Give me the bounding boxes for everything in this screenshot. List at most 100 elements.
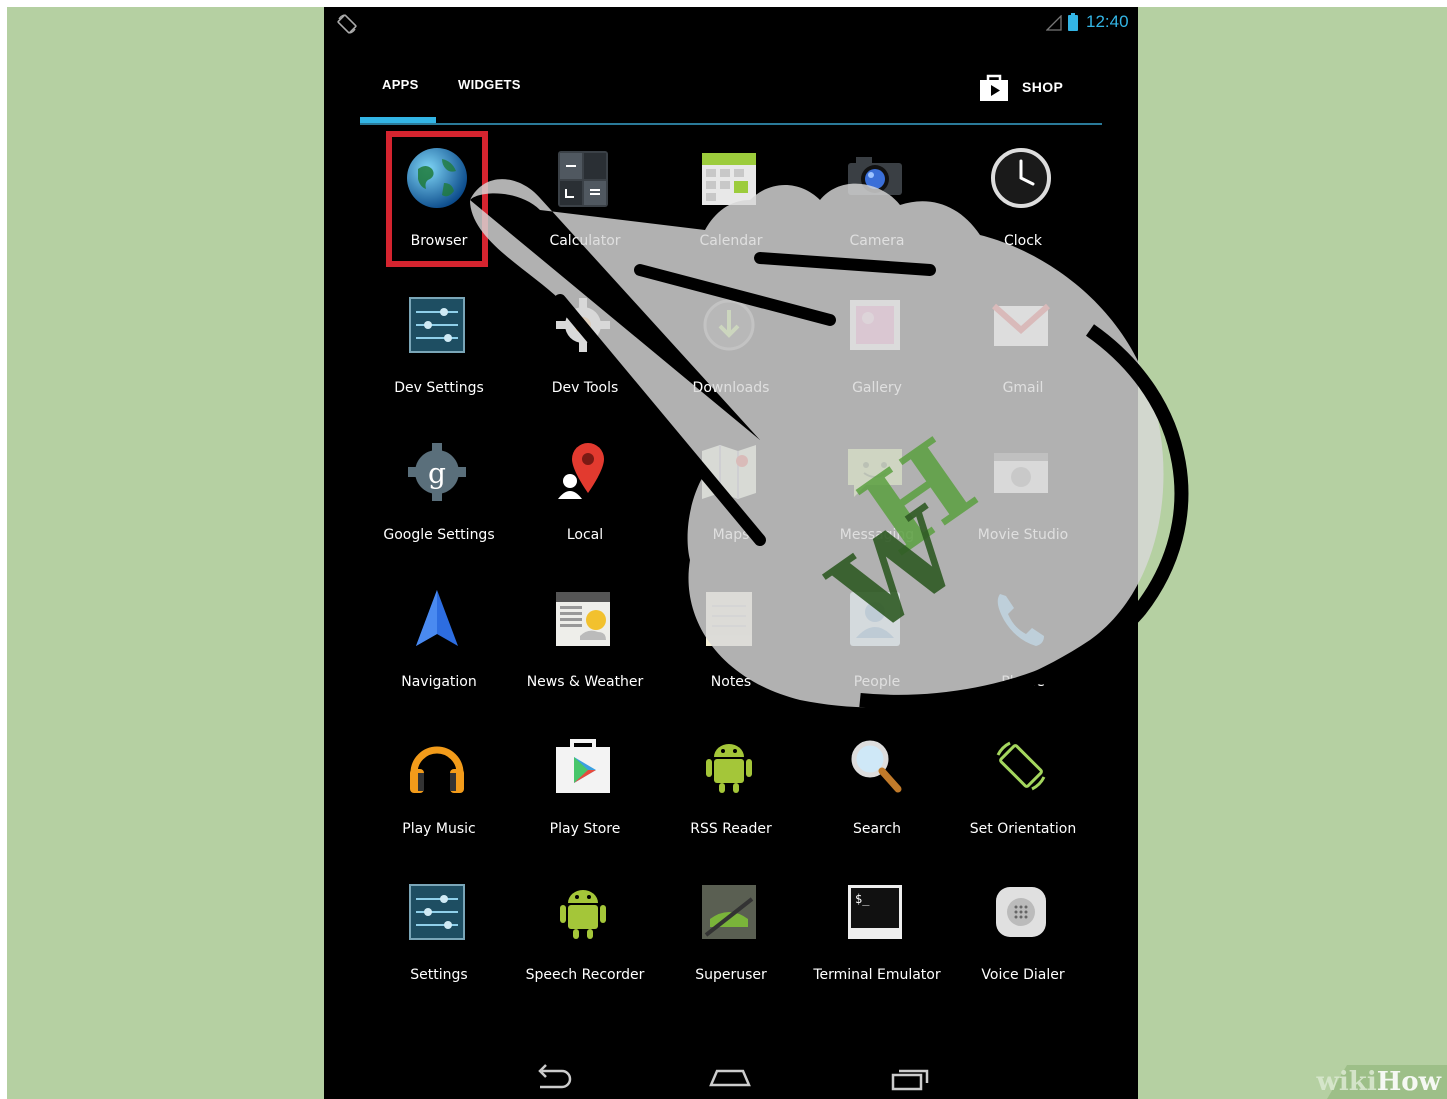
app-label: Clock: [1003, 233, 1043, 249]
app-label: Dev Tools: [551, 380, 619, 396]
signal-icon: [1046, 15, 1062, 31]
drawer-tabs: APPS WIDGETS SHOP: [360, 67, 1102, 127]
contacts-icon: [842, 586, 908, 652]
app-navigation[interactable]: Navigation: [366, 576, 512, 716]
app-terminal-emulator[interactable]: $_ Terminal Emulator: [804, 869, 950, 1009]
android-icon: [696, 733, 762, 799]
terminal-icon: $_: [842, 879, 908, 945]
app-movie-studio[interactable]: Movie Studio: [950, 429, 1096, 569]
app-label: News & Weather: [526, 674, 644, 690]
app-settings[interactable]: Settings: [366, 869, 512, 1009]
app-set-orientation[interactable]: Set Orientation: [950, 723, 1096, 863]
calculator-icon: [550, 145, 616, 211]
headphones-icon: [404, 733, 470, 799]
app-label: Movie Studio: [977, 527, 1069, 543]
gallery-icon: [842, 292, 908, 358]
navigation-arrow-icon: [404, 586, 470, 652]
app-label: People: [853, 674, 901, 690]
app-play-store[interactable]: Play Store: [512, 723, 658, 863]
app-notes[interactable]: Notes: [658, 576, 804, 716]
status-time: 12:40: [1086, 12, 1129, 31]
watermark-text: wikiHow: [1316, 1067, 1441, 1097]
app-calculator[interactable]: Calculator: [512, 135, 658, 275]
magnifier-icon: [842, 733, 908, 799]
app-gallery[interactable]: Gallery: [804, 282, 950, 422]
app-maps[interactable]: Maps: [658, 429, 804, 569]
map-pin-icon: [550, 439, 616, 505]
navigation-bar: [324, 1053, 1138, 1099]
app-people[interactable]: People: [804, 576, 950, 716]
app-camera[interactable]: Camera: [804, 135, 950, 275]
app-label: Navigation: [401, 674, 477, 690]
app-play-music[interactable]: Play Music: [366, 723, 512, 863]
app-label: Local: [566, 527, 604, 543]
app-phone[interactable]: Phone: [950, 576, 1096, 716]
shop-label: SHOP: [1022, 79, 1064, 95]
app-clock[interactable]: Clock: [950, 135, 1096, 275]
app-label: Search: [852, 821, 902, 837]
app-label: Google Settings: [383, 527, 495, 543]
tab-apps[interactable]: APPS: [382, 77, 419, 92]
app-label: Downloads: [692, 380, 770, 396]
svg-text:$_: $_: [855, 892, 870, 906]
download-icon: [696, 292, 762, 358]
play-store-icon: [550, 733, 616, 799]
app-label: Camera: [849, 233, 905, 249]
app-voice-dialer[interactable]: Voice Dialer: [950, 869, 1096, 1009]
shop-button[interactable]: SHOP: [978, 69, 1063, 105]
app-downloads[interactable]: Downloads: [658, 282, 804, 422]
notes-icon: [696, 586, 762, 652]
maps-icon: [696, 439, 762, 505]
app-dev-tools[interactable]: Dev Tools: [512, 282, 658, 422]
messaging-icon: [842, 439, 908, 505]
gear-icon: [550, 292, 616, 358]
google-settings-icon: g: [404, 439, 470, 505]
app-label: Play Music: [402, 821, 476, 837]
recent-apps-icon[interactable]: [885, 1059, 935, 1095]
app-calendar[interactable]: Calendar: [658, 135, 804, 275]
app-label: Speech Recorder: [525, 967, 645, 983]
app-label: Calendar: [699, 233, 763, 249]
newspaper-icon: [550, 586, 616, 652]
app-label: Maps: [712, 527, 750, 543]
calendar-icon: [696, 145, 762, 211]
app-label: Settings: [410, 967, 468, 983]
app-label: Notes: [710, 674, 752, 690]
app-superuser[interactable]: Superuser: [658, 869, 804, 1009]
android-icon: [550, 879, 616, 945]
app-speech-recorder[interactable]: Speech Recorder: [512, 869, 658, 1009]
app-search[interactable]: Search: [804, 723, 950, 863]
voice-dialer-icon: [988, 879, 1054, 945]
battery-icon: [1068, 13, 1078, 31]
app-google-settings[interactable]: g Google Settings: [366, 429, 512, 569]
browser-highlight-box: [386, 131, 488, 267]
android-screen: 12:40 APPS WIDGETS SHOP Browser Calculat…: [324, 7, 1138, 1099]
app-label: Set Orientation: [969, 821, 1077, 837]
app-news-weather[interactable]: News & Weather: [512, 576, 658, 716]
tab-widgets[interactable]: WIDGETS: [458, 77, 521, 92]
app-label: Voice Dialer: [981, 967, 1065, 983]
app-rss-reader[interactable]: RSS Reader: [658, 723, 804, 863]
shopping-bag-icon: [980, 74, 1008, 101]
phone-icon: [988, 586, 1054, 652]
wikihow-watermark: wikiHow: [1287, 1057, 1447, 1099]
settings-icon: [404, 879, 470, 945]
app-label: Gmail: [1002, 380, 1044, 396]
app-messaging[interactable]: Messaging: [804, 429, 950, 569]
app-label: Play Store: [549, 821, 621, 837]
screen-rotation-icon: [337, 14, 357, 34]
app-local[interactable]: Local: [512, 429, 658, 569]
home-icon[interactable]: [705, 1059, 755, 1095]
clock-icon: [988, 145, 1054, 211]
app-label: Dev Settings: [394, 380, 484, 396]
app-label: Terminal Emulator: [813, 967, 941, 983]
movie-studio-icon: [988, 439, 1054, 505]
camera-icon: [842, 145, 908, 211]
status-bar: 12:40: [324, 7, 1138, 39]
gmail-icon: [988, 292, 1054, 358]
app-gmail[interactable]: Gmail: [950, 282, 1096, 422]
back-icon[interactable]: [528, 1059, 578, 1095]
app-label: Messaging: [839, 527, 915, 543]
app-dev-settings[interactable]: Dev Settings: [366, 282, 512, 422]
svg-text:g: g: [428, 457, 446, 490]
